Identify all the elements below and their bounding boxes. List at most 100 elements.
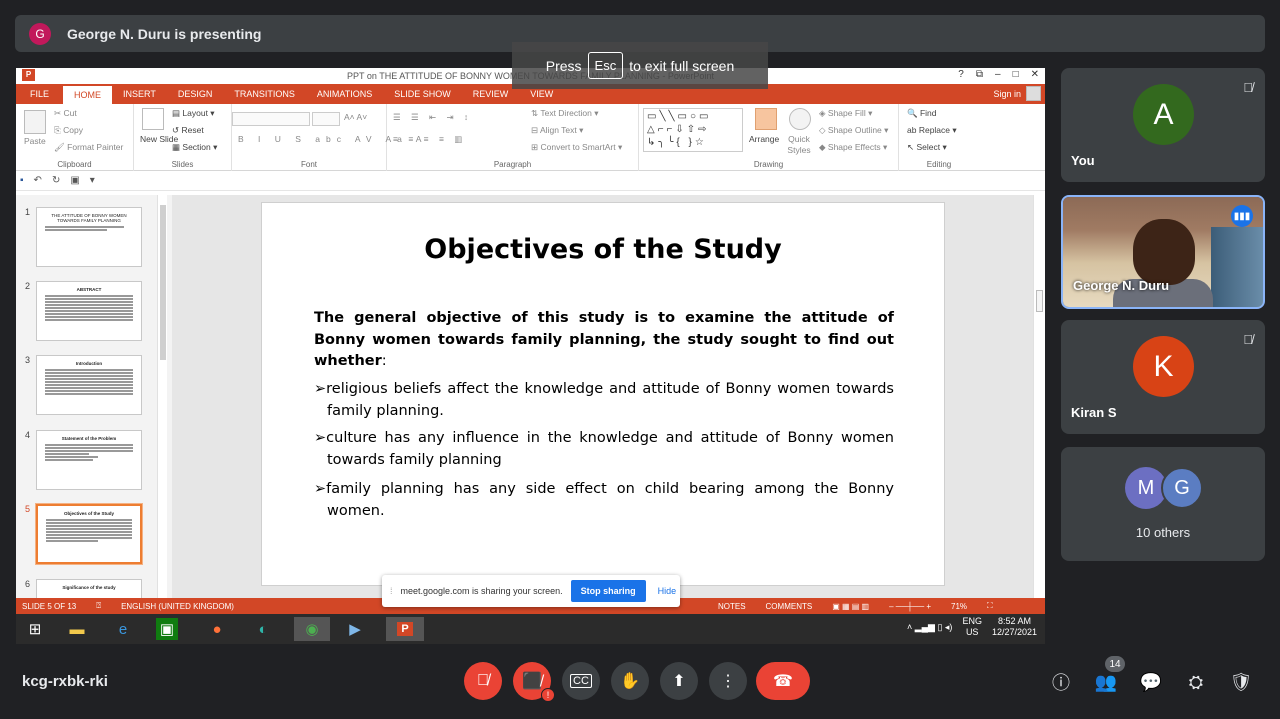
slide-thumbnail[interactable]: ABSTRACT [36,281,142,341]
section-button[interactable]: ▦ Section ▾ [172,142,217,153]
view-icons[interactable]: ▣ ▦ ▤ ▥ [832,602,869,611]
activities-button[interactable]: ⛭ [1184,670,1208,694]
cut-button[interactable]: ✂ Cut [54,108,77,119]
internet-explorer-icon[interactable]: e [110,617,136,641]
slide-thumbnail[interactable]: Statement of the Problem [36,430,142,490]
meeting-details-button[interactable]: ⓘ [1049,670,1073,694]
thumbnails-scrollbar[interactable] [157,195,167,598]
select-button[interactable]: ↖ Select ▾ [907,142,947,153]
save-icon[interactable]: ▪ [20,175,24,186]
shapes-gallery[interactable]: ▭╲╲▭○▭ △⌐⌐⇩⇧⇨ ↳╮╰{ }☆ [643,108,743,152]
tab-animations[interactable]: ANIMATIONS [306,84,383,104]
shape-effects-button[interactable]: ◆ Shape Effects ▾ [819,142,887,153]
quick-styles-button[interactable]: Quick Styles [785,134,813,156]
chat-button[interactable]: 💬 [1139,670,1163,694]
others-tile[interactable]: M G 10 others [1061,447,1265,561]
participant-tile-presenter[interactable]: ▮▮▮ George N. Duru [1061,195,1265,309]
maximize-icon[interactable]: □ [1013,69,1019,80]
spelling-icon[interactable]: ⍰ [96,601,101,611]
people-button[interactable]: 👥 [1094,670,1118,694]
shape-outline-button[interactable]: ◇ Shape Outline ▾ [819,125,888,136]
slide-thumbnail[interactable]: Introduction [36,355,142,415]
ribbon-display-icon[interactable]: ⧉ [976,69,983,80]
scroll-thumb[interactable] [1036,290,1043,312]
align-text-button[interactable]: ⊟ Align Text ▾ [531,125,583,136]
camera-toggle-button[interactable]: ⬛̸! [513,662,555,702]
font-name-input[interactable] [232,112,310,126]
participant-tile-kiran[interactable]: K 🎙̸ Kiran S [1061,320,1265,434]
language-indicator[interactable]: ENGLISH (UNITED KINGDOM) [121,602,234,611]
tab-slide-show[interactable]: SLIDE SHOW [383,84,462,104]
copy-button[interactable]: ⎘ Copy [54,125,83,136]
undo-icon[interactable]: ↶ [34,175,42,186]
slide-bullet: ➢family planning has any side effect on … [314,479,894,522]
media-player-icon[interactable]: ▶ [342,617,368,641]
zoom-level[interactable]: 71% [951,602,967,611]
firefox-icon[interactable]: ● [204,617,230,641]
slide-thumbnail[interactable]: Significance of the study [36,579,142,599]
reset-button[interactable]: ↺ Reset [172,125,204,136]
list-icons[interactable]: ☰ ☰ ⇤ ⇥ ↕ [393,112,472,123]
clock[interactable]: 8:52 AM 12/27/2021 [992,616,1037,638]
end-call-button[interactable]: ☎ [756,662,810,700]
participant-tile-you[interactable]: A 🎙̸ You [1061,68,1265,182]
new-slide-button[interactable]: New Slide [140,134,178,145]
slide-scrollbar[interactable] [1033,195,1045,598]
language-indicator[interactable]: ENG US [962,616,982,638]
raise-hand-button[interactable]: ✋ [611,662,649,700]
convert-smartart-button[interactable]: ⊞ Convert to SmartArt ▾ [531,142,622,153]
new-slide-icon[interactable] [142,108,164,130]
mic-toggle-button[interactable]: 🎙̸ [464,662,502,700]
customize-toolbar-icon[interactable]: ▾ [90,175,95,186]
layout-button[interactable]: ▤ Layout ▾ [172,108,215,119]
stop-sharing-button[interactable]: Stop sharing [570,580,646,602]
minimize-icon[interactable]: – [995,69,1001,80]
sign-in-link[interactable]: Sign in [993,89,1021,99]
font-size-icons[interactable]: A˄ A˅ [344,112,367,122]
fit-slide-icon[interactable]: ⛶ [987,601,993,611]
close-icon[interactable]: ✕ [1031,69,1039,80]
redo-icon[interactable]: ↻ [52,175,60,186]
quick-styles-icon[interactable] [789,108,811,130]
align-icons[interactable]: ≡ ≡ ≡ ≡ ▥ [393,134,466,145]
help-icon[interactable]: ? [958,69,964,80]
file-explorer-icon[interactable]: ▬ [64,617,90,641]
hide-button[interactable]: Hide [658,586,677,596]
edge-icon[interactable]: ◐ [250,617,276,641]
more-options-button[interactable]: ⋮ [709,662,747,700]
arrange-icon[interactable] [755,108,777,130]
tab-transitions[interactable]: TRANSITIONS [223,84,306,104]
tab-file[interactable]: FILE [16,84,64,104]
text-direction-button[interactable]: ⇅ Text Direction ▾ [531,108,598,119]
arrange-button[interactable]: Arrange [749,134,779,144]
font-size-input[interactable] [312,112,340,126]
tab-insert[interactable]: INSERT [112,84,167,104]
paste-button[interactable]: Paste [24,136,46,146]
shape-fill-button[interactable]: ◈ Shape Fill ▾ [819,108,872,119]
user-icon[interactable] [1026,86,1041,101]
replace-button[interactable]: ab Replace ▾ [907,125,957,136]
slide-thumbnail[interactable]: THE ATTITUDE OF BONNY WOMEN TOWARDS FAMI… [36,207,142,267]
start-from-beginning-icon[interactable]: ▣ [70,175,79,186]
format-painter-button[interactable]: 🖌 Format Painter [54,142,123,153]
scroll-thumb[interactable] [160,205,166,360]
store-icon[interactable]: ▣ [156,618,178,640]
slide[interactable]: Objectives of the Study The general obje… [261,202,945,586]
zoom-slider[interactable]: – ──┼── + [889,602,931,611]
comments-button[interactable]: COMMENTS [766,602,813,611]
captions-button[interactable]: CC [562,662,600,700]
paste-icon[interactable] [24,110,46,134]
host-controls-button[interactable]: 🛡 [1229,670,1253,694]
slide-thumbnail-selected[interactable]: Objectives of the Study [36,504,142,564]
chrome-icon[interactable]: ◉ [294,617,330,641]
present-button[interactable]: ⬆ [660,662,698,700]
tab-home[interactable]: HOME [63,86,113,104]
find-button[interactable]: 🔍 Find [907,108,937,119]
tray-icons[interactable]: ˄ ▂▄▆ ▯ ◂) [907,622,952,633]
tab-review[interactable]: REVIEW [462,84,520,104]
powerpoint-taskbar-icon[interactable]: P [386,617,424,641]
notes-button[interactable]: NOTES [718,602,746,611]
tab-design[interactable]: DESIGN [167,84,224,104]
drag-handle-icon[interactable]: ⁞ [390,586,393,596]
windows-start-icon[interactable]: ⊞ [22,617,48,641]
